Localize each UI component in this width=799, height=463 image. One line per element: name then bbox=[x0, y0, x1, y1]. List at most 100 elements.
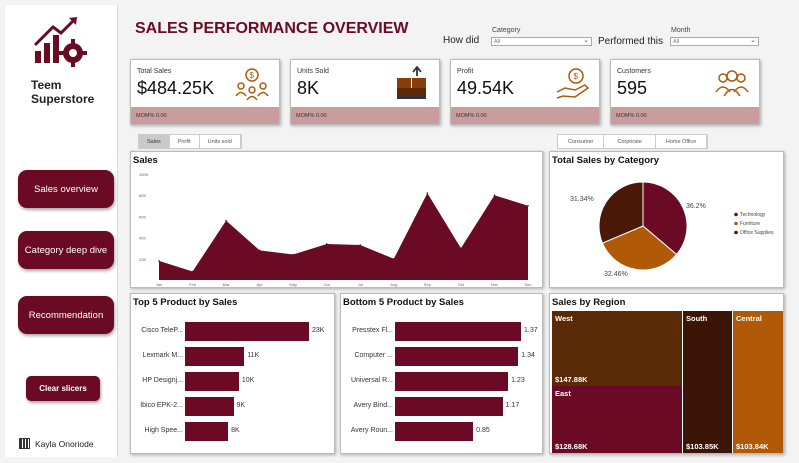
clear-slicers-button[interactable]: Clear slicers bbox=[26, 376, 100, 401]
toggle-home-office[interactable]: Home Office bbox=[656, 135, 708, 148]
kpi-profit: Profit 49.54K $ MOM% 0.00 bbox=[450, 59, 600, 125]
bar-row: Avery Roun... 0.85 bbox=[341, 422, 542, 442]
how-did-label: How did bbox=[443, 35, 480, 46]
kpi-mom: MOM% 0.00 bbox=[291, 107, 439, 124]
pie-value-label: 31.34% bbox=[570, 196, 594, 203]
y-tick-label: 20K bbox=[139, 257, 146, 262]
treemap-central[interactable]: Central $103.84K bbox=[733, 311, 783, 453]
bar-category-label: HP Designj... bbox=[142, 377, 183, 384]
bar[interactable] bbox=[185, 372, 239, 391]
y-tick-label: 60K bbox=[139, 214, 146, 219]
bar-row: Avery Bind... 1.17 bbox=[341, 397, 542, 417]
sales-point bbox=[359, 244, 362, 246]
kpi-mom: MOM% 0.00 bbox=[451, 107, 599, 124]
bar-category-label: Computer ... bbox=[354, 352, 393, 359]
x-tick-label: Oct bbox=[458, 282, 465, 287]
region-value: $103.85K bbox=[686, 442, 719, 451]
bar-category-label: Cisco TeleP... bbox=[141, 327, 183, 334]
x-tick-label: Mar bbox=[223, 282, 231, 287]
sales-point bbox=[527, 205, 529, 207]
bar[interactable] bbox=[185, 397, 234, 416]
legend-label: Technology bbox=[740, 212, 766, 218]
treemap-west[interactable]: West $147.88K bbox=[552, 311, 682, 386]
bar-row: Ibico EPK-2... 9K bbox=[131, 397, 334, 417]
bar[interactable] bbox=[395, 347, 519, 366]
sales-point bbox=[493, 194, 496, 196]
bar-category-label: Presstex Fl... bbox=[352, 327, 393, 334]
toggle-corporate[interactable]: Corporate bbox=[604, 135, 656, 148]
sales-point bbox=[191, 270, 194, 273]
region-name: Central bbox=[736, 314, 762, 323]
sales-area bbox=[159, 193, 528, 280]
treemap-east[interactable]: East $128.68K bbox=[552, 386, 682, 453]
x-tick-label: Apr bbox=[257, 282, 264, 287]
bar[interactable] bbox=[395, 322, 521, 341]
x-tick-label: Aug bbox=[390, 282, 397, 287]
legend-marker bbox=[734, 230, 738, 235]
sales-point bbox=[225, 219, 227, 222]
category-value: All bbox=[494, 39, 501, 45]
svg-text:$: $ bbox=[574, 72, 579, 81]
region-value: $128.68K bbox=[555, 442, 588, 451]
top5-title: Top 5 Product by Sales bbox=[133, 297, 238, 308]
bar-category-label: Avery Roun... bbox=[350, 427, 393, 434]
author-name: Kayla Onoriode bbox=[35, 438, 94, 449]
kpi-mom: MOM% 0.00 bbox=[611, 107, 759, 124]
kpi-total-sales: Total Sales $484.25K $ MOM% 0.00 bbox=[130, 59, 280, 125]
qr-code-icon bbox=[19, 438, 30, 449]
bar[interactable] bbox=[185, 347, 245, 366]
bar[interactable] bbox=[185, 422, 229, 441]
x-tick-label: Feb bbox=[189, 282, 197, 287]
svg-text:$: $ bbox=[250, 71, 255, 80]
category-dropdown[interactable]: All ⌄ bbox=[491, 37, 592, 46]
bar[interactable] bbox=[185, 322, 309, 341]
toggle-units-sold[interactable]: Units sold bbox=[200, 135, 241, 148]
category-pie-chart: 36.2% 32.46% 31.34% Technology Furniture Offi… bbox=[570, 181, 774, 278]
y-tick-label: 100K bbox=[139, 172, 149, 177]
bar-category-label: Ibico EPK-2... bbox=[140, 402, 183, 409]
region-name: West bbox=[555, 314, 573, 323]
bar[interactable] bbox=[395, 397, 503, 416]
bar-value-label: 1.37 bbox=[524, 327, 538, 334]
x-tick-label: Sep bbox=[424, 282, 432, 287]
nav-sales-overview-button[interactable]: Sales overview bbox=[18, 170, 114, 208]
x-tick-label: May bbox=[289, 282, 297, 287]
sales-chart-panel: Sales 100K 80K 60K 40K 20K Jan Feb Mar Apr May Jun… bbox=[130, 151, 543, 288]
toggle-sales[interactable]: Sales bbox=[139, 135, 170, 148]
kpi-value: 8K bbox=[297, 78, 320, 98]
month-dropdown[interactable]: All ⌄ bbox=[670, 37, 759, 46]
category-pie-panel: Total Sales by Category 36.2% 32.46% 31.34… bbox=[549, 151, 784, 288]
top5-panel: Top 5 Product by Sales Cisco TeleP... 23K… bbox=[130, 293, 335, 454]
bar-category-label: Universal R... bbox=[350, 377, 393, 384]
bar-row: Computer ... 1.34 bbox=[341, 347, 542, 367]
bar-row: Lexmark M... 11K bbox=[131, 347, 334, 367]
treemap-south[interactable]: South $103.85K bbox=[683, 311, 732, 453]
month-value: All bbox=[673, 39, 680, 45]
bar-value-label: 1.23 bbox=[511, 377, 525, 384]
category-caption: Category bbox=[492, 27, 521, 34]
toggle-consumer[interactable]: Consumer bbox=[558, 135, 605, 148]
legend-marker bbox=[734, 212, 738, 217]
bar-row: HP Designj... 10K bbox=[131, 372, 334, 392]
kpi-value: 595 bbox=[617, 78, 648, 98]
y-tick-label: 40K bbox=[139, 236, 146, 241]
x-tick-label: Jun bbox=[324, 282, 330, 287]
chevron-down-icon: ⌄ bbox=[583, 37, 589, 44]
bar-value-label: 8K bbox=[231, 427, 240, 434]
x-tick-label: Jul bbox=[358, 282, 363, 287]
boxes-icon bbox=[397, 66, 426, 99]
kpi-mom: MOM% 0.00 bbox=[131, 107, 279, 124]
region-name: South bbox=[686, 314, 708, 323]
sales-point bbox=[292, 253, 294, 256]
bar-category-label: Lexmark M... bbox=[142, 352, 183, 359]
bar-value-label: 1.34 bbox=[521, 352, 535, 359]
toggle-profit[interactable]: Profit bbox=[170, 135, 200, 148]
bar[interactable] bbox=[395, 422, 474, 441]
chevron-down-icon: ⌄ bbox=[750, 37, 756, 44]
nav-recommendation-button[interactable]: Recommendation bbox=[18, 296, 114, 334]
sales-point bbox=[158, 260, 160, 262]
region-value: $147.88K bbox=[555, 375, 588, 384]
nav-category-deep-dive-button[interactable]: Category deep dive bbox=[18, 231, 114, 269]
bar-row: High Spee... 8K bbox=[131, 422, 334, 442]
bar[interactable] bbox=[395, 372, 509, 391]
